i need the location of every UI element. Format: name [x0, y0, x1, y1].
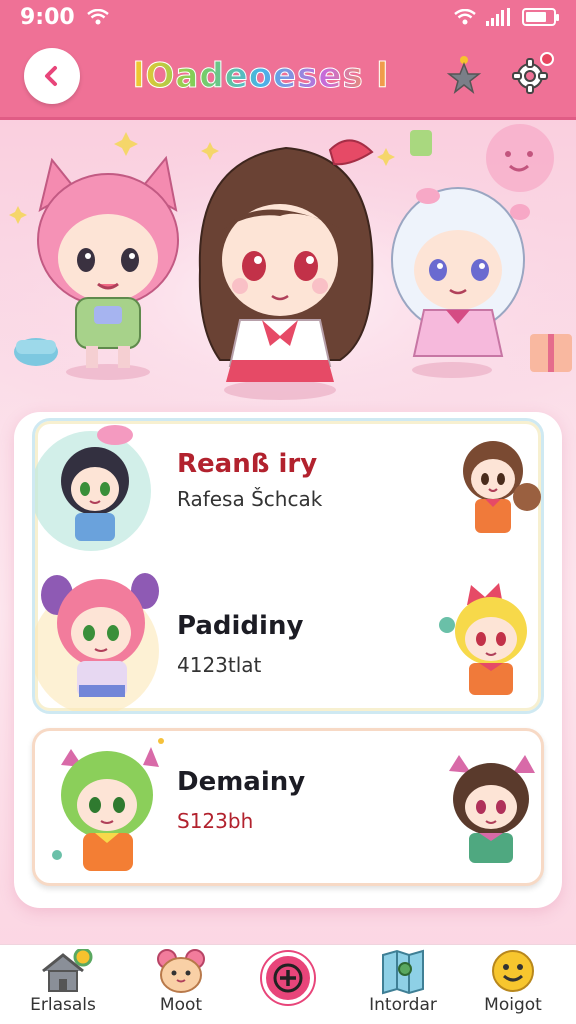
wifi-icon — [86, 9, 109, 25]
app-header: lOadeoeses l — [0, 34, 576, 120]
favorites-button[interactable] — [442, 54, 486, 98]
back-arrow-icon — [45, 65, 57, 86]
add-button[interactable] — [262, 952, 314, 1004]
signal-icon — [486, 8, 510, 26]
character-list-panel: Reanß iry Rafesa Šchcak Padidiny 4123tla… — [14, 412, 562, 908]
character-name: Reanß iry — [177, 449, 318, 479]
plus-icon — [273, 963, 303, 993]
nav-label: Intordar — [369, 995, 437, 1015]
hero-illustration — [0, 120, 576, 410]
nav-label: Moot — [159, 995, 203, 1015]
app-title: lOadeoeses l — [132, 55, 390, 96]
hero-scene — [0, 120, 576, 410]
character-card-group: Reanß iry Rafesa Šchcak Padidiny 4123tla… — [32, 418, 544, 714]
character-thumbnail — [463, 441, 541, 533]
avatar — [35, 573, 159, 711]
list-item[interactable]: Reanß iry Rafesa Šchcak — [35, 421, 541, 561]
nav-label: Erlasals — [30, 995, 96, 1015]
clock: 9:00 — [20, 4, 75, 30]
status-bar: 9:00 — [0, 0, 576, 34]
nav-item-moigot[interactable]: Moigot — [458, 945, 568, 1024]
character-meta: 4123tlat — [177, 653, 262, 677]
home-icon — [42, 949, 93, 992]
character-thumbnail — [439, 583, 527, 695]
list-item[interactable]: Padidiny 4123tlat — [35, 561, 541, 711]
nav-item-home[interactable]: Erlasals — [8, 945, 118, 1024]
character-thumbnail — [449, 755, 535, 863]
wifi-icon — [454, 9, 476, 25]
settings-button[interactable] — [508, 51, 554, 98]
avatar — [52, 738, 164, 871]
status-time-group: 9:00 — [20, 5, 109, 30]
notification-dot — [540, 51, 554, 66]
map-icon — [382, 949, 424, 995]
smiley-icon — [492, 950, 534, 992]
avatar — [35, 425, 151, 551]
list-item[interactable]: Demainy S123bh — [32, 728, 544, 886]
character-name: Padidiny — [177, 611, 304, 641]
battery-icon — [522, 8, 559, 26]
star-icon — [446, 55, 482, 94]
battery-fill — [526, 12, 546, 22]
status-icons — [454, 8, 559, 26]
nav-item-moot[interactable]: Moot — [126, 945, 236, 1024]
nav-label: Moigot — [484, 995, 542, 1015]
header-actions — [442, 51, 554, 98]
character-name: Demainy — [177, 767, 306, 797]
character-meta: Rafesa Šchcak — [177, 487, 323, 511]
character-meta: S123bh — [177, 809, 254, 833]
bear-face-icon — [157, 949, 205, 993]
nav-item-intordar[interactable]: Intordar — [348, 945, 458, 1024]
back-button[interactable] — [24, 47, 80, 104]
